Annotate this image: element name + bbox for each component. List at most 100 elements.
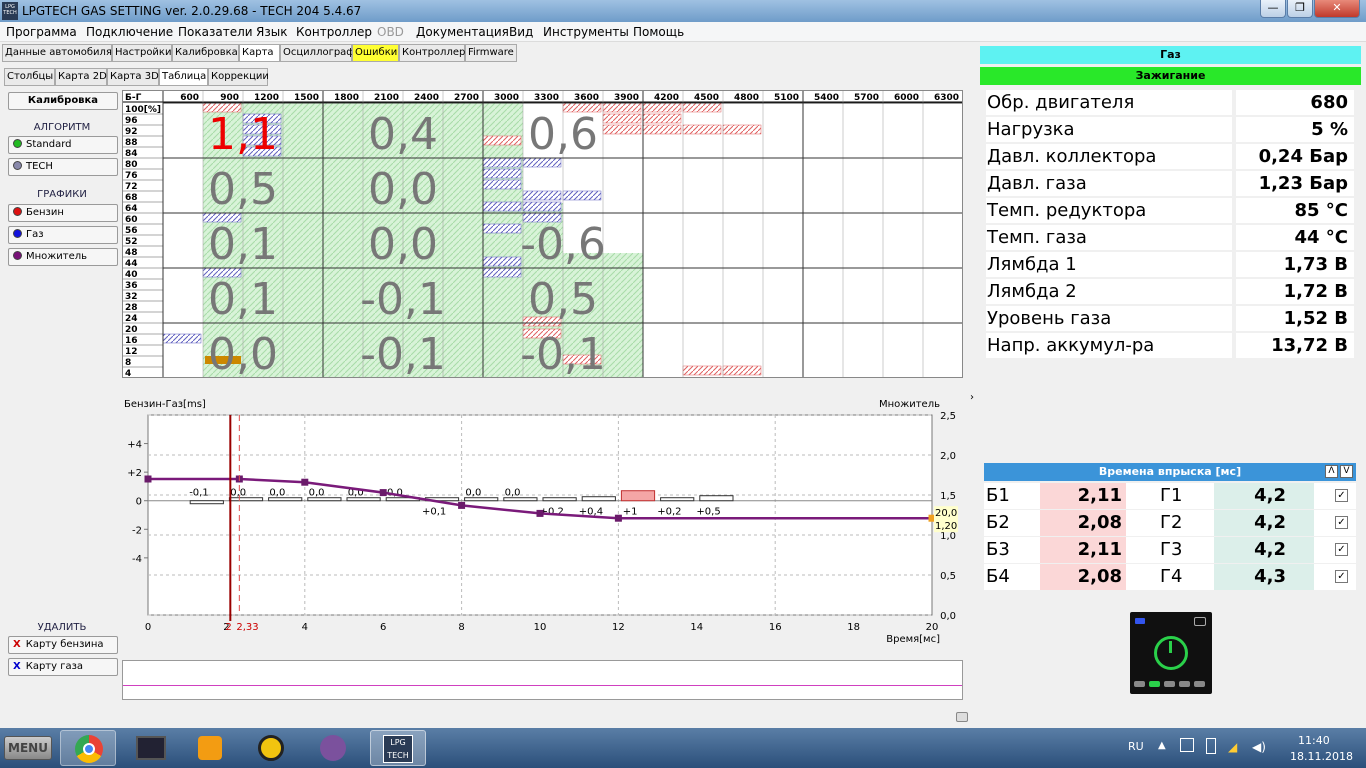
algorithm-standard-button[interactable]: Standard <box>8 136 118 154</box>
right-time-value: 20,0 <box>935 508 957 519</box>
difference-chart[interactable]: 0 2 4 6 8 10 12 14 16 18 20 2,5 2,0 1,5 1,0 0,5 0,0 +4 +2 0… <box>122 395 964 653</box>
map-zone-correction: 0,1 <box>208 219 278 270</box>
clock-date[interactable]: 18.11.2018 <box>1290 750 1353 763</box>
menu-bar: Программа Подключение Показатели Язык Контро… <box>0 22 1366 42</box>
menu-item-8[interactable]: Инструменты <box>543 25 629 39</box>
algorithm-label: TECH <box>26 161 53 172</box>
multiplier-point[interactable] <box>301 478 309 486</box>
clock-time[interactable]: 11:40 <box>1298 734 1330 747</box>
multiplier-point[interactable] <box>379 489 387 497</box>
graph-toggle-1[interactable]: Газ <box>8 226 118 244</box>
multiplier-point[interactable] <box>144 475 152 483</box>
chart-right-tick: 0,0 <box>940 611 956 622</box>
injector-checkbox[interactable]: ✓ <box>1335 516 1348 529</box>
map-cell-hatched <box>722 365 762 376</box>
minimize-button[interactable]: — <box>1260 0 1286 18</box>
tab-4[interactable]: Осциллограф <box>280 44 355 62</box>
multiplier-point[interactable] <box>614 514 622 522</box>
calibration-button[interactable]: Калибровка <box>8 92 118 110</box>
map-zone-correction: 0,1 <box>208 274 278 325</box>
param-row: Нагрузка 5 % <box>986 117 1354 144</box>
difference-label: 0,0 <box>465 488 481 499</box>
media-player-taskbar-button[interactable] <box>184 730 240 766</box>
collapse-up-button[interactable]: Λ <box>1325 465 1338 478</box>
graph-color-dot-icon <box>13 229 22 238</box>
injection-times-header: Времена впрыска [мс] <box>984 463 1356 481</box>
injector-checkbox[interactable]: ✓ <box>1335 543 1348 556</box>
scroll-handle[interactable] <box>956 712 968 722</box>
chart-left-tick: 0 <box>136 497 142 508</box>
multiplier-point[interactable] <box>458 501 466 509</box>
view-tab-3[interactable]: Таблица <box>159 68 208 86</box>
tab-7[interactable]: Firmware <box>465 44 517 62</box>
gas-injector-label: Г4 <box>1160 566 1183 587</box>
param-row: Темп. редуктора 85 °C <box>986 198 1354 225</box>
chrome-taskbar-button[interactable] <box>60 730 116 766</box>
map-load-header: 44 <box>125 259 138 269</box>
algorithm-heading: АЛГОРИТМ <box>33 122 91 133</box>
viber-taskbar-button[interactable] <box>304 730 360 766</box>
tab-1[interactable]: Настройки <box>112 44 172 62</box>
injector-checkbox[interactable]: ✓ <box>1335 489 1348 502</box>
graph-toggle-0[interactable]: Бензин <box>8 204 118 222</box>
fuel-map-grid[interactable]: Б-Г 600 900 1200 1500 1800 2100 2400 2700 3000 330… <box>122 90 963 378</box>
petrol-injector-label: Б4 <box>986 566 1010 587</box>
collapse-down-button[interactable]: V <box>1340 465 1353 478</box>
map-cell-hatched <box>602 113 642 124</box>
start-menu-button[interactable]: MENU <box>4 736 52 760</box>
difference-label: -0,1 <box>189 488 209 499</box>
menu-item-0[interactable]: Программа <box>6 25 77 39</box>
archicad-taskbar-button[interactable] <box>244 730 300 766</box>
signal-icon[interactable]: ◢ <box>1228 740 1237 754</box>
injector-checkbox[interactable]: ✓ <box>1335 570 1348 583</box>
network-icon[interactable] <box>1180 738 1194 752</box>
param-label: Давл. коллектора <box>986 144 1232 169</box>
map-cell-hatched <box>522 190 562 201</box>
tab-0[interactable]: Данные автомобиля <box>2 44 112 62</box>
map-load-header: 80 <box>125 160 138 170</box>
language-indicator[interactable]: RU <box>1128 740 1144 753</box>
graph-toggle-2[interactable]: Множитель <box>8 248 118 266</box>
view-tab-2[interactable]: Карта 3D <box>107 68 159 86</box>
chart-x-tick: 8 <box>458 622 464 633</box>
menu-item-7[interactable]: Вид <box>509 25 533 39</box>
battery-icon[interactable] <box>1206 738 1216 754</box>
param-label: Напр. аккумул-ра <box>986 333 1232 358</box>
chart-x-tick: 14 <box>690 622 703 633</box>
graph-label: Множитель <box>26 251 88 262</box>
menu-item-3[interactable]: Язык <box>256 25 287 39</box>
maximize-button[interactable]: ❐ <box>1287 0 1313 18</box>
tab-5[interactable]: Ошибки <box>352 44 399 62</box>
menu-item-1[interactable]: Подключение <box>86 25 173 39</box>
gas-header: Газ <box>980 46 1361 64</box>
view-tab-4[interactable]: Коррекции <box>208 68 269 86</box>
param-value: 1,23 Бар <box>1236 171 1354 196</box>
map-cell-hatched <box>602 102 642 113</box>
menu-item-6[interactable]: Документация <box>416 25 509 39</box>
tab-3[interactable]: Карта <box>239 44 280 62</box>
delete-map-button-0[interactable]: X Карту бензина <box>8 636 118 654</box>
tab-6[interactable]: Контроллер <box>399 44 465 62</box>
view-tab-1[interactable]: Карта 2D <box>55 68 107 86</box>
map-zone-correction: -0,1 <box>520 329 606 378</box>
algorithm-tech-button[interactable]: TECH <box>8 158 118 176</box>
tab-2[interactable]: Калибровка <box>172 44 239 62</box>
close-button[interactable]: ✕ <box>1314 0 1360 18</box>
multiplier-point[interactable] <box>536 509 544 517</box>
panel-splitter-arrow-icon[interactable]: › <box>970 392 974 403</box>
tray-expand-icon[interactable]: ▲ <box>1158 740 1166 751</box>
delete-x-icon: X <box>13 639 21 650</box>
lpgtech-taskbar-button[interactable]: LPG TECH <box>370 730 426 766</box>
delete-map-button-1[interactable]: X Карту газа <box>8 658 118 676</box>
param-row: Обр. двигателя 680 <box>986 90 1354 117</box>
chart-x-axis-label: Время[мс] <box>886 634 940 645</box>
menu-item-2[interactable]: Показатели <box>178 25 253 39</box>
param-label: Темп. газа <box>986 225 1232 250</box>
menu-item-4[interactable]: Контроллер <box>296 25 372 39</box>
difference-label: 0,0 <box>230 488 246 499</box>
volume-icon[interactable]: ◀) <box>1252 740 1266 754</box>
view-tab-0[interactable]: Столбцы <box>4 68 55 86</box>
menu-item-5[interactable]: OBD <box>377 25 404 39</box>
scanner-taskbar-button[interactable] <box>124 730 180 766</box>
menu-item-9[interactable]: Помощь <box>633 25 684 39</box>
